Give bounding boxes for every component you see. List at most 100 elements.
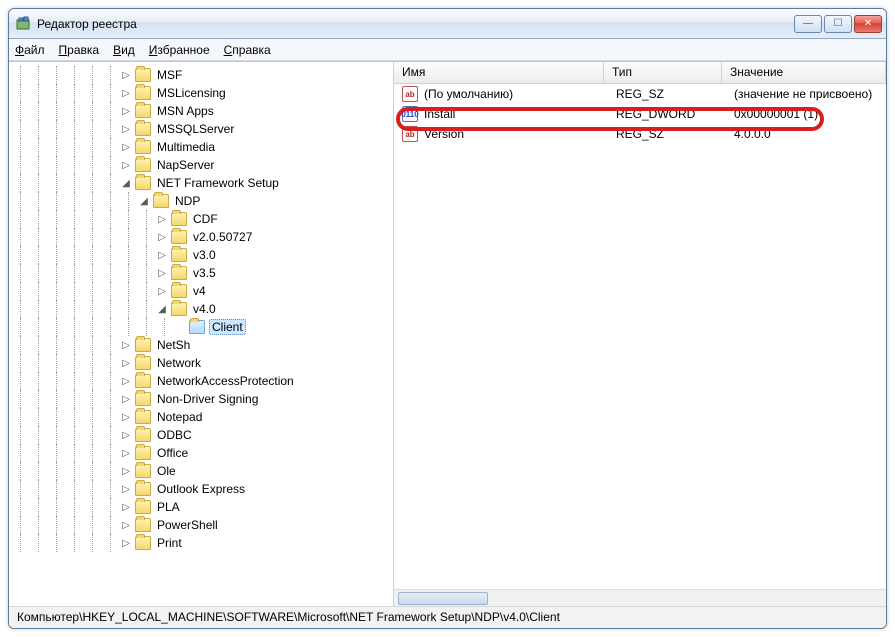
tree-label: MSF <box>155 68 184 82</box>
value-name: (По умолчанию) <box>422 87 608 101</box>
tree-label: NetSh <box>155 338 192 352</box>
tree-toggle-icon[interactable]: ◢ <box>137 194 151 208</box>
tree-toggle-icon[interactable]: ▷ <box>119 86 133 100</box>
tree-toggle-icon[interactable]: ▷ <box>155 284 169 298</box>
tree-toggle-icon[interactable]: ▷ <box>155 212 169 226</box>
minimize-button[interactable]: — <box>794 15 822 33</box>
tree-item[interactable]: ▷Outlook Express <box>11 480 393 498</box>
close-button[interactable]: ✕ <box>854 15 882 33</box>
menu-edit[interactable]: Правка <box>59 43 100 57</box>
tree-item[interactable]: Client <box>11 318 393 336</box>
list-row[interactable]: 0110 Install REG_DWORD 0x00000001 (1) <box>394 104 886 124</box>
tree-item[interactable]: ▷ PLA <box>11 498 393 516</box>
tree-label: v3.5 <box>191 266 218 280</box>
tree-label: CDF <box>191 212 220 226</box>
tree-toggle-icon[interactable]: ▷ <box>119 374 133 388</box>
tree-toggle-icon[interactable]: ▷ <box>119 158 133 172</box>
value-type: REG_DWORD <box>608 107 726 121</box>
tree-item[interactable]: ▷ MSF <box>11 66 393 84</box>
tree-item[interactable]: ▷ MSSQLServer <box>11 120 393 138</box>
tree-item[interactable]: ▷Ole <box>11 462 393 480</box>
tree-item[interactable]: ▷MSLicensing <box>11 84 393 102</box>
status-bar: Компьютер\HKEY_LOCAL_MACHINE\SOFTWARE\Mi… <box>9 606 886 628</box>
title-bar[interactable]: Редактор реестра — ☐ ✕ <box>9 9 886 39</box>
list-row[interactable]: ab Version REG_SZ 4.0.0.0 <box>394 124 886 144</box>
tree-item[interactable]: ▷ NetworkAccessProtection <box>11 372 393 390</box>
tree-label: v3.0 <box>191 248 218 262</box>
tree-toggle-icon[interactable]: ▷ <box>119 68 133 82</box>
tree-item[interactable]: ▷ v3.5 <box>11 264 393 282</box>
list-body[interactable]: ab (По умолчанию) REG_SZ (значение не пр… <box>394 84 886 589</box>
tree-toggle-icon[interactable]: ▷ <box>119 536 133 550</box>
folder-icon <box>135 536 151 550</box>
tree-item[interactable]: ▷Office <box>11 444 393 462</box>
tree-item[interactable]: ▷ Notepad <box>11 408 393 426</box>
tree-label: Notepad <box>155 410 204 424</box>
tree-item[interactable]: ▷ Multimedia <box>11 138 393 156</box>
maximize-button[interactable]: ☐ <box>824 15 852 33</box>
tree-toggle-icon[interactable]: ▷ <box>119 356 133 370</box>
tree-item[interactable]: ▷PowerShell <box>11 516 393 534</box>
registry-tree[interactable]: ▷MSF▷MSLicensing▷MSN Apps▷MSSQLServer▷Mu… <box>9 62 394 606</box>
menu-favorites[interactable]: Избранное <box>149 43 210 57</box>
folder-icon <box>135 392 151 406</box>
menu-file[interactable]: Файл <box>15 43 45 57</box>
tree-item[interactable]: ▷ Non-Driver Signing <box>11 390 393 408</box>
menu-help[interactable]: Справка <box>224 43 271 57</box>
tree-toggle-icon[interactable]: ▷ <box>119 482 133 496</box>
tree-item[interactable]: ▷v4 <box>11 282 393 300</box>
tree-label: NetworkAccessProtection <box>155 374 296 388</box>
folder-icon <box>135 482 151 496</box>
tree-toggle-icon[interactable]: ▷ <box>119 338 133 352</box>
tree-label: MSN Apps <box>155 104 216 118</box>
folder-icon <box>135 158 151 172</box>
tree-toggle-icon[interactable]: ▷ <box>119 140 133 154</box>
tree-toggle-icon[interactable]: ▷ <box>119 392 133 406</box>
folder-icon <box>135 140 151 154</box>
tree-item[interactable]: ▷ CDF <box>11 210 393 228</box>
tree-label: PLA <box>155 500 182 514</box>
tree-toggle-icon[interactable]: ▷ <box>119 104 133 118</box>
tree-item[interactable]: ▷ v3.0 <box>11 246 393 264</box>
col-header-value[interactable]: Значение <box>722 62 886 83</box>
tree-item[interactable]: ▷ MSN Apps <box>11 102 393 120</box>
tree-label: MSSQLServer <box>155 122 236 136</box>
tree-toggle-icon[interactable]: ▷ <box>155 248 169 262</box>
window-controls: — ☐ ✕ <box>794 15 882 33</box>
menu-view[interactable]: Вид <box>113 43 135 57</box>
tree-toggle-icon[interactable]: ◢ <box>119 176 133 190</box>
tree-toggle-icon[interactable]: ▷ <box>119 428 133 442</box>
tree-item[interactable]: ◢v4.0 <box>11 300 393 318</box>
tree-item[interactable]: ▷NapServer <box>11 156 393 174</box>
col-header-name[interactable]: Имя <box>394 62 604 83</box>
tree-toggle-icon[interactable]: ◢ <box>155 302 169 316</box>
tree-item[interactable]: ◢ NET Framework Setup <box>11 174 393 192</box>
tree-toggle-icon[interactable]: ▷ <box>119 464 133 478</box>
list-header: Имя Тип Значение <box>394 62 886 84</box>
tree-label: Non-Driver Signing <box>155 392 260 406</box>
tree-label: Multimedia <box>155 140 217 154</box>
tree-label: NET Framework Setup <box>155 176 281 190</box>
tree-toggle-icon[interactable]: ▷ <box>155 230 169 244</box>
work-area: ▷MSF▷MSLicensing▷MSN Apps▷MSSQLServer▷Mu… <box>9 61 886 606</box>
scrollbar-thumb[interactable] <box>398 592 488 605</box>
tree-toggle-icon[interactable]: ▷ <box>119 446 133 460</box>
tree-toggle-icon[interactable]: ▷ <box>119 410 133 424</box>
list-row[interactable]: ab (По умолчанию) REG_SZ (значение не пр… <box>394 84 886 104</box>
horizontal-scrollbar[interactable] <box>394 589 886 606</box>
tree-toggle-icon[interactable]: ▷ <box>119 518 133 532</box>
tree-label: Client <box>209 319 246 335</box>
tree-toggle-icon[interactable]: ▷ <box>119 122 133 136</box>
tree-toggle-icon[interactable]: ▷ <box>155 266 169 280</box>
tree-item[interactable]: ▷v2.0.50727 <box>11 228 393 246</box>
tree-item[interactable]: ▷ODBC <box>11 426 393 444</box>
menu-bar: Файл Правка Вид Избранное Справка <box>9 39 886 61</box>
col-header-type[interactable]: Тип <box>604 62 722 83</box>
tree-toggle-icon[interactable]: ▷ <box>119 500 133 514</box>
tree-item[interactable]: ◢NDP <box>11 192 393 210</box>
tree-item[interactable]: ▷ NetSh <box>11 336 393 354</box>
tree-item[interactable]: ▷Network <box>11 354 393 372</box>
folder-icon <box>135 428 151 442</box>
folder-icon <box>135 338 151 352</box>
tree-item[interactable]: ▷Print <box>11 534 393 552</box>
